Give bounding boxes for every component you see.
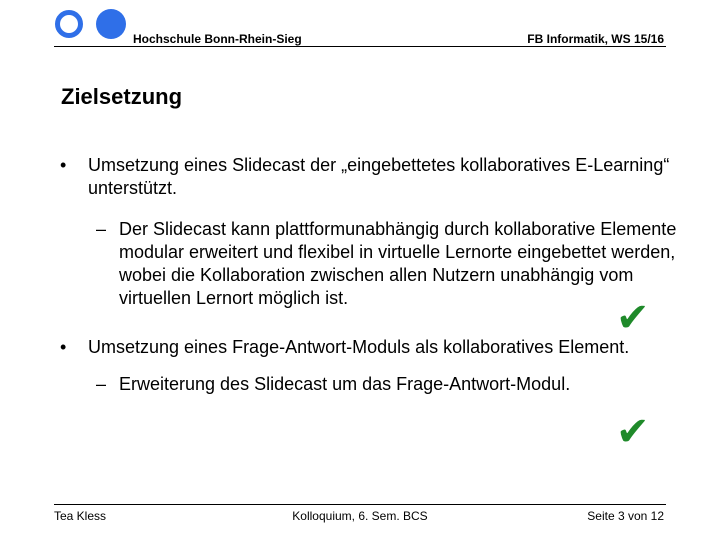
bullet-item: • Umsetzung eines Frage-Antwort-Moduls a… — [54, 336, 704, 359]
sub-bullet-marker: – — [96, 219, 107, 239]
bullet-marker: • — [60, 337, 67, 357]
bullet-text: Umsetzung eines Frage-Antwort-Moduls als… — [88, 337, 630, 357]
sub-bullet-item: – Erweiterung des Slidecast um das Frage… — [54, 373, 704, 396]
header-institution: Hochschule Bonn-Rhein-Sieg — [133, 32, 302, 46]
sub-bullet-text: Erweiterung des Slidecast um das Frage-A… — [119, 374, 571, 394]
slide-content: • Umsetzung eines Slidecast der „eingebe… — [54, 154, 704, 396]
sub-bullet-item: – Der Slidecast kann plattformunabhängig… — [54, 218, 704, 310]
slide-title: Zielsetzung — [61, 84, 183, 109]
checkmark-icon: ✔ — [616, 295, 650, 341]
university-logo-icon — [55, 9, 126, 39]
bullet-text: Umsetzung eines Slidecast der „eingebett… — [88, 155, 670, 198]
sub-bullet-text: Der Slidecast kann plattformunabhängig d… — [119, 219, 677, 308]
bullet-item: • Umsetzung eines Slidecast der „eingebe… — [54, 154, 704, 200]
header-divider — [54, 46, 666, 47]
footer-page-number: Seite 3 von 12 — [587, 509, 664, 523]
footer-divider — [54, 504, 666, 505]
checkmark-icon: ✔ — [616, 409, 650, 455]
sub-bullet-marker: – — [96, 374, 107, 394]
bullet-marker: • — [60, 155, 67, 175]
header-department: FB Informatik, WS 15/16 — [527, 32, 664, 46]
